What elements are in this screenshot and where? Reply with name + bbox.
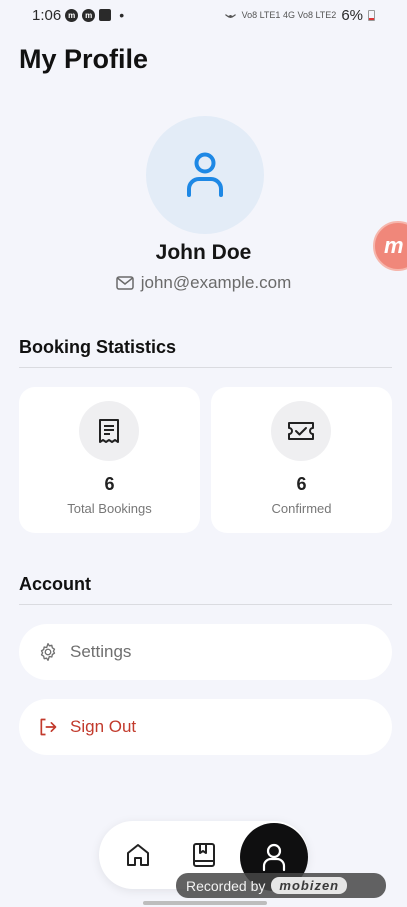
divider [19,604,392,605]
avatar[interactable] [146,116,264,234]
settings-button[interactable]: Settings [19,624,392,680]
home-indicator[interactable] [143,901,267,905]
recorder-bubble-letter: m [384,233,404,258]
hotspot-icon [224,13,236,18]
gallery-notification-icon [99,9,112,21]
page-title: My Profile [19,44,149,74]
settings-label: Settings [70,642,132,661]
ticket-check-icon-wrap [271,401,331,461]
stat-value-confirmed: 6 [296,474,307,494]
logout-icon [40,718,57,736]
mail-icon [116,276,134,290]
mobizen-notification-icon: m [65,8,79,22]
booking-statistics-heading: Booking Statistics [19,337,177,357]
home-icon [127,844,149,866]
recorder-brand-logo: mobizen [271,877,348,894]
ticket-check-icon [288,422,314,440]
battery-icon [368,9,375,21]
user-name: John Doe [155,241,252,264]
battery-percent: 6% [341,6,363,24]
bookings-icon [193,843,215,867]
status-left: 1:06 m m • [32,7,124,24]
user-icon [187,152,223,197]
divider [19,367,392,368]
user-email-row: john@example.com [0,273,407,293]
status-dot: • [119,7,125,23]
network-indicators: Vo8 LTE1 4G Vo8 LTE2 [241,10,337,20]
sign-out-label: Sign Out [70,717,137,736]
status-bar: 1:06 m m • Vo8 LTE1 4G Vo8 LTE2 6% [0,0,407,30]
profile-icon [262,843,286,872]
stat-value-total-bookings: 6 [104,474,115,494]
sign-out-button[interactable]: Sign Out [19,699,392,755]
stat-label-total-bookings: Total Bookings [67,501,152,516]
user-email: john@example.com [140,273,292,292]
stat-card-confirmed[interactable]: 6 Confirmed [211,387,392,533]
recorder-banner-text: Recorded by [186,877,266,894]
nav-home[interactable] [121,838,155,872]
status-time: 1:06 [32,6,62,24]
receipt-icon-wrap [79,401,139,461]
recorder-watermark: Recorded by mobizen [176,873,386,898]
stat-card-total-bookings[interactable]: 6 Total Bookings [19,387,200,533]
stat-label-confirmed: Confirmed [271,501,332,516]
receipt-icon [99,419,119,443]
nav-bookings[interactable] [187,838,221,872]
status-right: Vo8 LTE1 4G Vo8 LTE2 6% [224,7,375,24]
gear-icon [40,643,56,661]
account-heading: Account [19,574,91,594]
mobizen-notification-icon-2: m [82,8,96,22]
